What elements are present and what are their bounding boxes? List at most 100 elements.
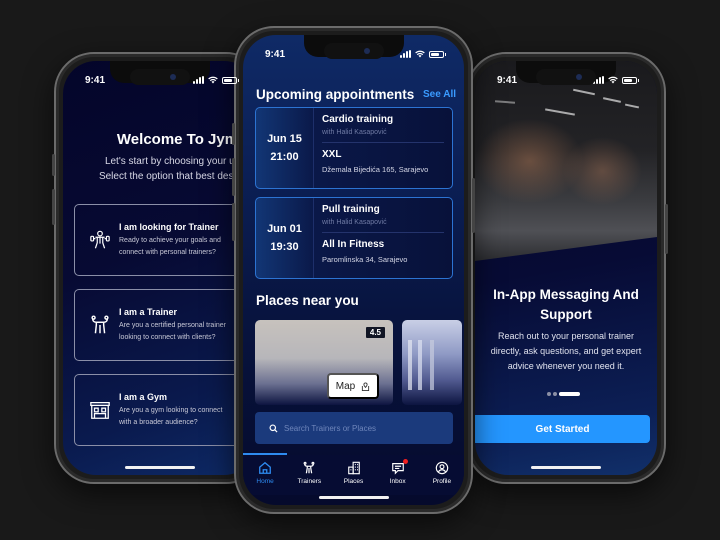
role-desc-line: connect with personal trainers? — [119, 248, 216, 256]
role-desc-line: looking to connect with clients? — [119, 333, 216, 341]
get-started-button[interactable]: Get Started — [475, 415, 650, 443]
tab-label: Places — [343, 478, 364, 485]
tab-label: Inbox — [389, 478, 406, 485]
buildings-icon — [347, 461, 360, 475]
onboarding-title-line: Support — [540, 307, 592, 322]
home-indicator — [125, 466, 195, 469]
role-desc-line: Ready to achieve your goals and — [119, 236, 221, 244]
appointment-address: Džemala Bijedića 165, Sarajevo — [322, 165, 429, 174]
welcome-subtitle-line: Let's start by choosing your user type. — [104, 156, 257, 167]
search-icon — [269, 423, 278, 433]
notification-badge — [402, 459, 408, 464]
home-indicator — [318, 496, 389, 499]
wifi-icon — [208, 76, 218, 84]
map-button-label: Map — [335, 380, 356, 392]
mute-switch — [232, 123, 235, 145]
role-title: I am looking for Trainer — [119, 221, 219, 232]
appointment-date: Jun 15 — [267, 133, 302, 145]
appointment-datetime: Jun 01 19:30 — [256, 198, 314, 278]
role-desc-line: Are you a certified personal trainer — [119, 321, 226, 329]
signal-icon — [400, 50, 411, 58]
power-button — [665, 204, 668, 254]
battery-icon — [429, 50, 446, 58]
welcome-subtitle-line: Select the option that best describes yo… — [98, 171, 257, 182]
wifi-icon — [415, 50, 425, 58]
tab-home[interactable]: Home — [243, 453, 288, 495]
tab-places[interactable]: Places — [331, 455, 375, 495]
appointment-info: Pull training with Halid Kasapović All I… — [314, 198, 452, 278]
role-option-trainer[interactable]: I am a Trainer Are you a certified perso… — [74, 289, 249, 361]
page-dot-active[interactable] — [559, 392, 580, 396]
onboarding-description: Reach out to your personal trainer direc… — [475, 329, 657, 374]
signal-icon — [193, 76, 204, 84]
tab-label: Home — [256, 478, 274, 485]
onboarding-desc-line: Reach out to your personal trainer — [497, 331, 635, 341]
pagination-dots — [547, 392, 580, 396]
bottom-tab-bar: Home Trainers Places Inbox Profile — [243, 453, 464, 495]
appointment-time: 21:00 — [270, 151, 299, 163]
tab-label: Profile — [432, 478, 452, 485]
tab-label: Trainers — [297, 478, 322, 485]
role-title: I am a Gym — [119, 391, 168, 402]
appointment-address: Paromlinska 34, Sarajevo — [322, 255, 408, 264]
appointments-heading: Upcoming appointments — [256, 87, 415, 102]
onboarding-title-line: In-App Messaging And — [493, 287, 639, 302]
onboarding-title: In-App Messaging And Support — [475, 285, 657, 325]
rating-badge: 4.5 — [365, 327, 385, 338]
appointment-activity: Pull training — [322, 204, 380, 215]
dynamic-island — [323, 43, 384, 59]
divider — [322, 232, 444, 233]
status-time: 9:41 — [85, 74, 106, 86]
role-title: I am a Trainer — [119, 306, 178, 317]
appointment-place: All In Fitness — [322, 239, 385, 250]
volume-up-button — [52, 189, 55, 225]
appointment-card[interactable]: Jun 01 19:30 Pull training with Halid Ka… — [255, 197, 453, 279]
trainee-icon — [90, 230, 110, 249]
see-all-link[interactable]: See All — [423, 89, 456, 100]
role-option-trainee[interactable]: I am looking for Trainer Ready to achiev… — [74, 204, 249, 276]
search-bar[interactable] — [255, 412, 453, 444]
appointment-trainer: with Halid Kasapović — [322, 129, 387, 136]
role-desc-line: Are you a gym looking to connect — [119, 406, 223, 414]
gym-icon — [90, 402, 110, 419]
appointment-time: 19:30 — [270, 241, 299, 253]
tab-profile[interactable]: Profile — [420, 455, 464, 495]
appointment-card[interactable]: Jun 15 21:00 Cardio training with Halid … — [255, 107, 453, 189]
status-time: 9:41 — [497, 74, 518, 86]
tab-inbox[interactable]: Inbox — [376, 455, 420, 495]
search-input[interactable] — [284, 423, 444, 433]
volume-up-button — [232, 158, 235, 196]
appointment-datetime: Jun 15 21:00 — [256, 108, 314, 188]
hero-image-gym-workout — [475, 61, 657, 261]
divider — [322, 142, 444, 143]
role-desc-line: with a broader audience? — [119, 418, 198, 426]
page-dot[interactable] — [553, 392, 557, 396]
map-button[interactable]: Map — [327, 373, 379, 399]
home-indicator — [531, 466, 601, 469]
appointment-place: XXL — [322, 149, 342, 160]
place-card[interactable]: 4.5 Map — [255, 320, 393, 405]
onboarding-desc-line: advice whenever you need it. — [507, 361, 625, 371]
wifi-icon — [608, 76, 618, 84]
appointment-date: Jun 01 — [267, 223, 302, 235]
dynamic-island — [536, 69, 596, 85]
status-time: 9:41 — [265, 48, 286, 60]
phone-onboarding: 9:41 In-App Messaging And Support Reach … — [466, 52, 668, 484]
battery-icon — [622, 76, 639, 84]
welcome-title: Welcome To Jym! — [116, 131, 244, 148]
tab-trainers[interactable]: Trainers — [287, 455, 331, 495]
appointment-trainer: with Halid Kasapović — [322, 219, 387, 226]
battery-icon — [222, 76, 239, 84]
phone-home: 9:41 Upcoming appointments See All Jun 1… — [232, 26, 475, 514]
map-pin-icon — [362, 381, 370, 391]
onboarding-desc-line: directly, ask questions, and get expert — [490, 346, 642, 356]
role-option-gym[interactable]: I am a Gym Are you a gym looking to conn… — [74, 374, 249, 446]
welcome-subtitle: Let's start by choosing your user type. … — [69, 154, 257, 184]
role-desc: Are you a gym looking to connect with a … — [119, 405, 223, 429]
profile-icon — [435, 461, 449, 475]
page-dot[interactable] — [547, 392, 551, 396]
place-card[interactable] — [402, 320, 462, 405]
screen-user-type: 9:41 Welcome To Jym! Let's start by choo… — [63, 61, 257, 475]
mute-switch — [52, 154, 55, 176]
home-icon — [259, 461, 271, 474]
